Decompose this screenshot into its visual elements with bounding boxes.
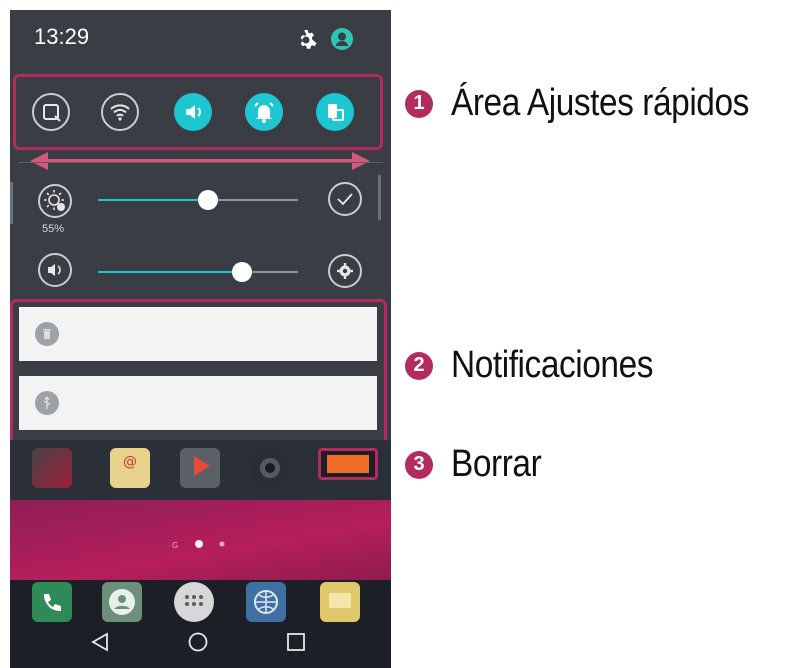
phone-screen: 13:29 55% @ G: [10, 10, 391, 668]
home-icon[interactable]: [186, 630, 210, 654]
browser-app-icon[interactable]: [246, 582, 286, 622]
app-icon[interactable]: [32, 448, 72, 488]
callout-notifications: 2 Notificaciones: [405, 344, 681, 387]
contacts-app-icon[interactable]: [102, 582, 142, 622]
gear-icon[interactable]: [294, 28, 318, 52]
clear-button[interactable]: [318, 448, 378, 480]
swipe-arrow-icon: [30, 152, 370, 170]
clear-icon: [327, 455, 369, 473]
volume-slider-fill: [98, 271, 242, 273]
quick-settings-highlight: [13, 74, 383, 150]
auto-brightness-check[interactable]: [328, 182, 362, 216]
brightness-slider-thumb[interactable]: [198, 190, 218, 210]
callout-number: 3: [405, 450, 433, 479]
back-icon[interactable]: [88, 630, 112, 654]
page-indicator: G: [172, 540, 225, 550]
recent-apps-icon[interactable]: [284, 630, 308, 654]
notifications-highlight: [10, 299, 387, 451]
user-icon[interactable]: [330, 27, 354, 51]
apps-drawer-icon[interactable]: [174, 582, 214, 622]
volume-slider[interactable]: [98, 262, 298, 282]
play-store-icon[interactable]: [180, 448, 220, 488]
svg-text:G: G: [172, 541, 178, 550]
scroll-indicator: [10, 182, 13, 224]
svg-text:@: @: [123, 454, 137, 470]
home-screen: @ G: [10, 440, 391, 668]
callout-label: Notificaciones: [451, 344, 654, 386]
callout-number: 1: [405, 89, 433, 118]
callout-label: Área Ajustes rápidos: [451, 82, 749, 124]
volume-slider-thumb[interactable]: [232, 262, 252, 282]
scroll-indicator: [378, 175, 381, 220]
callout-clear: 3 Borrar: [405, 443, 554, 486]
brightness-slider-fill: [98, 199, 208, 201]
callout-label: Borrar: [451, 443, 542, 485]
email-app-icon[interactable]: @: [110, 448, 150, 488]
phone-app-icon[interactable]: [32, 582, 72, 622]
brightness-slider[interactable]: [98, 190, 298, 210]
status-time: 13:29: [34, 24, 90, 49]
callout-number: 2: [405, 351, 433, 380]
callout-quick-settings: 1 Área Ajustes rápidos: [405, 82, 790, 125]
sound-icon[interactable]: [38, 253, 72, 287]
settings-icon: [337, 263, 353, 279]
divider: [18, 162, 383, 163]
brightness-icon[interactable]: [38, 184, 72, 218]
brightness-percent: 55%: [42, 223, 65, 235]
volume-settings-button[interactable]: [328, 254, 362, 288]
camera-app-icon[interactable]: [250, 448, 290, 488]
check-icon: [337, 193, 353, 206]
messaging-app-icon[interactable]: [320, 582, 360, 622]
